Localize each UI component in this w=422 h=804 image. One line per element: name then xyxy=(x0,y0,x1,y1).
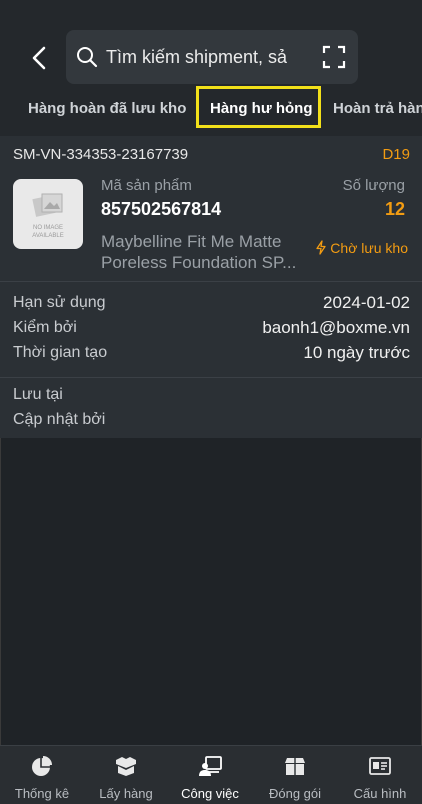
nav-picking[interactable]: Lấy hàng xyxy=(84,746,168,804)
product-name: Maybelline Fit Me Matte Poreless Foundat… xyxy=(101,231,311,273)
product-image-placeholder: NO IMAGE AVAILABLE xyxy=(13,179,83,249)
checked-by-label: Kiểm bởi xyxy=(13,319,77,336)
id-card-icon xyxy=(369,757,391,775)
nav-settings[interactable]: Cấu hình xyxy=(338,746,422,804)
lightning-icon xyxy=(316,240,326,255)
quantity-value: 12 xyxy=(384,199,405,219)
expiry-label: Hạn sử dụng xyxy=(13,294,106,311)
active-tab-highlight xyxy=(196,86,321,128)
no-image-text: NO IMAGE xyxy=(32,225,63,231)
search-icon xyxy=(77,47,98,68)
created-time-value: 10 ngày trước xyxy=(303,343,410,362)
scan-icon[interactable] xyxy=(322,45,346,69)
nav-tasks[interactable]: Công việc xyxy=(168,746,252,804)
location-code: D19 xyxy=(382,146,410,163)
status-text: Chờ lưu kho xyxy=(330,240,408,256)
worker-icon xyxy=(199,756,222,776)
nav-label: Thống kê xyxy=(14,786,70,801)
nav-packing[interactable]: Đóng gói xyxy=(253,746,337,804)
nav-label: Đóng gói xyxy=(268,786,322,801)
divider xyxy=(0,281,422,282)
pie-chart-icon xyxy=(32,756,52,776)
created-time-label: Thời gian tạo xyxy=(13,344,108,361)
header: Tìm kiếm shipment, sả Hàng hoàn đã lưu k… xyxy=(0,0,422,136)
no-image-subtext: AVAILABLE xyxy=(32,233,64,239)
shipment-card[interactable]: SM-VN-334353-23167739 D19 NO IMAGE AVAIL… xyxy=(0,136,422,438)
tab-returned-stored[interactable]: Hàng hoàn đã lưu kho xyxy=(28,100,186,117)
search-bar[interactable]: Tìm kiếm shipment, sả xyxy=(66,30,358,84)
bottom-navigation: Thống kê Lấy hàng Công việc Đóng gói Cấu… xyxy=(0,745,422,804)
nav-label: Lấy hàng xyxy=(99,786,153,801)
expiry-value: 2024-01-02 xyxy=(323,293,410,312)
product-code: 857502567814 xyxy=(101,199,222,219)
quantity-label: Số lượng xyxy=(342,177,405,194)
shipment-id: SM-VN-334353-23167739 xyxy=(13,146,189,163)
status-badge: Chờ lưu kho xyxy=(315,240,408,256)
tab-return[interactable]: Hoàn trả hàn xyxy=(333,100,422,117)
nav-label: Công việc xyxy=(181,786,239,801)
image-placeholder-icon xyxy=(32,193,63,217)
nav-label: Cấu hình xyxy=(353,786,407,801)
search-input[interactable]: Tìm kiếm shipment, sả xyxy=(106,47,316,68)
checked-by-value: baonh1@boxme.vn xyxy=(262,318,410,337)
nav-statistics[interactable]: Thống kê xyxy=(0,746,84,804)
product-code-label: Mã sản phẩm xyxy=(101,177,192,194)
boxes-icon xyxy=(116,757,136,776)
updated-by-label: Cập nhật bởi xyxy=(13,411,106,428)
package-icon xyxy=(285,758,305,775)
stored-at-label: Lưu tại xyxy=(13,386,63,403)
back-arrow-icon[interactable] xyxy=(24,44,56,72)
product-name-line-1: Maybelline Fit Me Matte xyxy=(101,232,282,251)
divider xyxy=(0,377,422,378)
product-name-line-2: Poreless Foundation SP... xyxy=(101,253,297,272)
